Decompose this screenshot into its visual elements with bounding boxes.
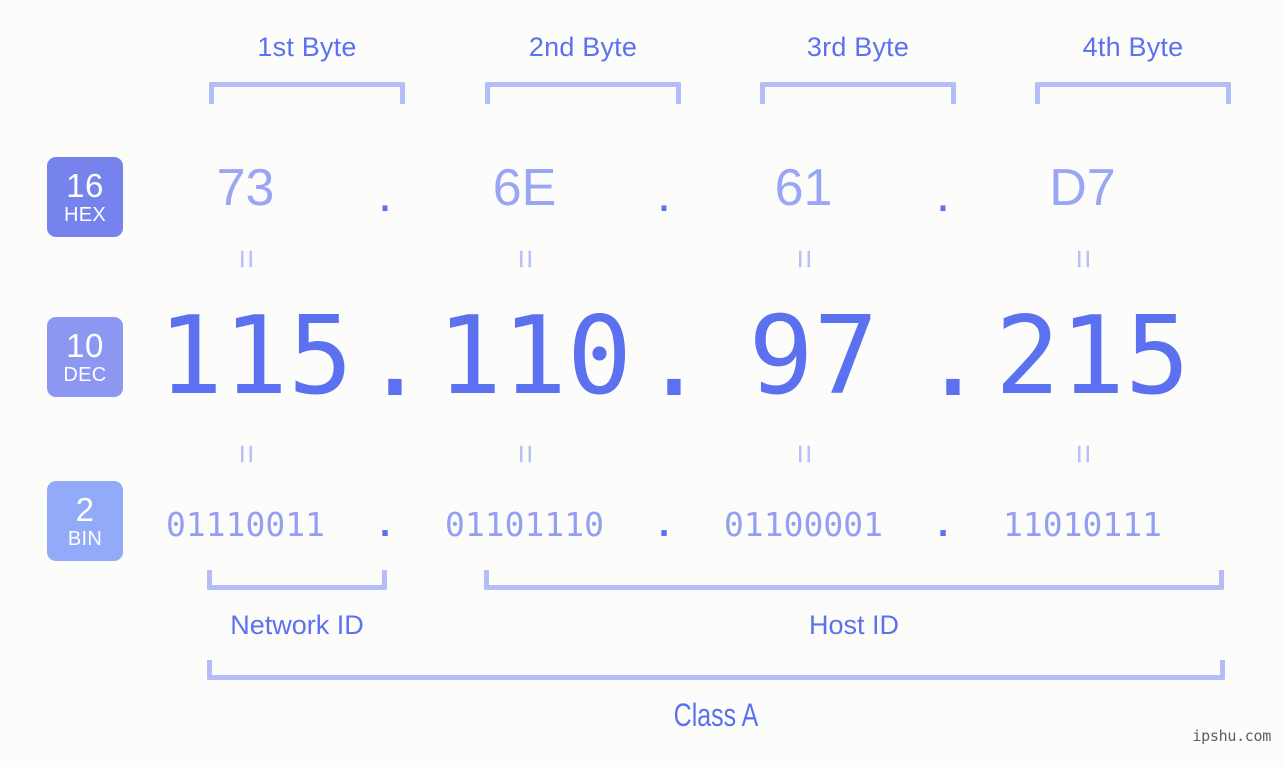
equals-glyph: =	[226, 444, 265, 464]
base-badge-hex: 16 HEX	[47, 157, 123, 237]
dec-separator-1: .	[362, 295, 428, 421]
equals-marker-5: =	[150, 437, 341, 471]
network-id-label: Network ID	[230, 610, 364, 640]
dec-octet-3: 97	[748, 293, 879, 419]
base-badge-hex-abbr: HEX	[63, 204, 107, 226]
equals-marker-1: =	[150, 242, 341, 276]
hex-octet-3: 61	[774, 159, 833, 217]
dec-octet-1: 115	[157, 293, 354, 419]
hex-separator-3: .	[935, 165, 951, 223]
dec-octet-4: 215	[994, 293, 1191, 419]
binary-value-row: 01110011 . 01101110 . 01100001 . 1101011…	[150, 497, 1260, 551]
dec-separator-3: .	[920, 295, 986, 421]
bin-octet-4: 11010111	[1003, 504, 1162, 544]
equals-glyph: =	[1063, 249, 1102, 269]
base-badge-hex-number: 16	[66, 167, 104, 204]
byte-header-2: 2nd Byte	[528, 32, 638, 62]
hex-octet-4: D7	[1049, 159, 1116, 217]
equals-marker-6: =	[429, 437, 620, 471]
base-badge-dec-abbr: DEC	[63, 364, 107, 386]
host-id-bracket	[484, 570, 1224, 590]
hex-octet-1: 73	[216, 159, 275, 217]
bin-octet-1: 01110011	[166, 504, 325, 544]
byte-bracket-1	[209, 82, 405, 104]
equals-glyph: =	[1063, 444, 1102, 464]
equals-glyph: =	[505, 249, 544, 269]
hex-separator-1: .	[377, 165, 393, 223]
bin-octet-3: 01100001	[724, 504, 883, 544]
base-badge-bin-number: 2	[75, 491, 95, 528]
equals-marker-8: =	[987, 437, 1178, 471]
byte-header-4: 4th Byte	[1082, 32, 1184, 62]
dec-separator-2: .	[641, 295, 707, 421]
equals-marker-3: =	[708, 242, 899, 276]
bin-octet-2: 01101110	[445, 504, 604, 544]
equals-glyph: =	[505, 444, 544, 464]
network-id-bracket	[207, 570, 387, 590]
equals-glyph: =	[784, 249, 823, 269]
hex-value-row: 73 . 6E . 61 . D7	[150, 152, 1260, 224]
class-bracket	[207, 660, 1225, 680]
equals-row-dec-bin: = = = =	[150, 437, 1260, 471]
host-id-label: Host ID	[808, 610, 900, 640]
hex-separator-2: .	[656, 165, 672, 223]
equals-glyph: =	[226, 249, 265, 269]
site-watermark: ipshu.com	[1192, 727, 1271, 745]
byte-bracket-2	[485, 82, 681, 104]
bin-separator-3: .	[933, 504, 953, 544]
byte-header-3: 3rd Byte	[806, 32, 910, 62]
ip-address-breakdown-diagram: 1st Byte 2nd Byte 3rd Byte 4th Byte 16 H…	[0, 0, 1285, 767]
bin-separator-1: .	[375, 504, 395, 544]
hex-octet-2: 6E	[492, 159, 557, 217]
equals-marker-2: =	[429, 242, 620, 276]
base-badge-dec: 10 DEC	[47, 317, 123, 397]
byte-bracket-3	[760, 82, 956, 104]
base-badge-bin-abbr: BIN	[67, 528, 103, 550]
base-badge-dec-number: 10	[66, 327, 104, 364]
class-label: Class A	[673, 697, 759, 733]
equals-marker-4: =	[987, 242, 1178, 276]
equals-row-hex-dec: = = = =	[150, 242, 1260, 276]
base-badge-bin: 2 BIN	[47, 481, 123, 561]
decimal-value-row: 115 . 110 . 97 . 215	[150, 294, 1260, 421]
equals-marker-7: =	[708, 437, 899, 471]
dec-octet-2: 110	[436, 293, 633, 419]
byte-header-1: 1st Byte	[257, 32, 357, 62]
byte-bracket-4	[1035, 82, 1231, 104]
bin-separator-2: .	[654, 504, 674, 544]
equals-glyph: =	[784, 444, 823, 464]
